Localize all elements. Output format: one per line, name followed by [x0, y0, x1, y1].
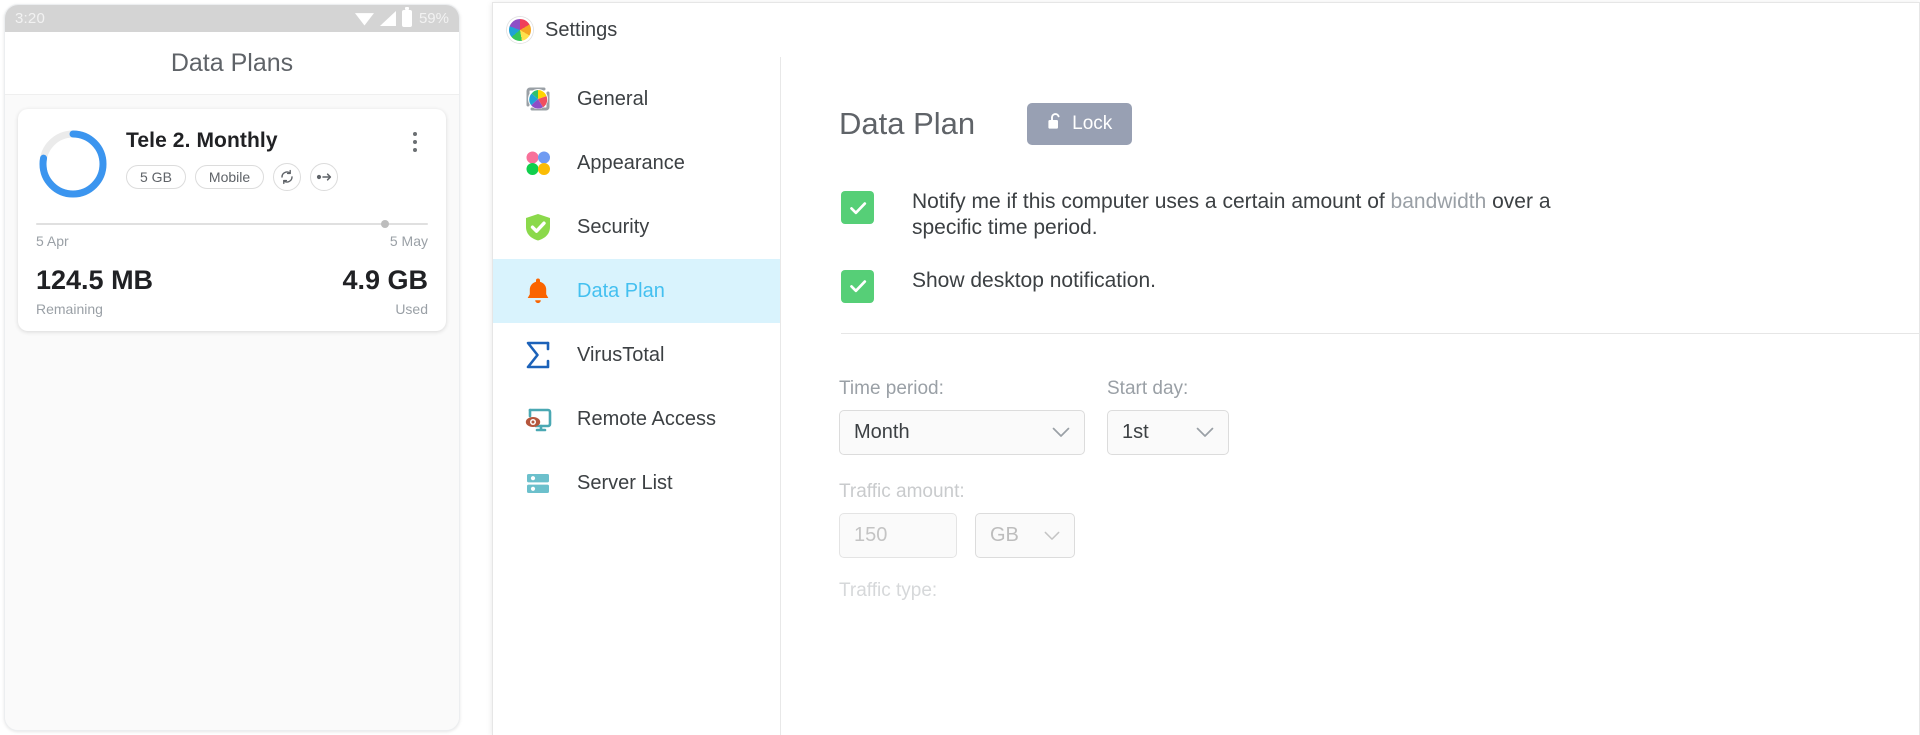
- checkbox-row-notify[interactable]: Notify me if this computer uses a certai…: [841, 189, 1919, 242]
- app-logo-icon: [507, 17, 533, 43]
- window-body: General Appearance Security Data Plan Vi…: [493, 57, 1919, 735]
- traffic-type-label: Traffic type:: [839, 579, 938, 601]
- window-title-bar: Settings: [493, 3, 1919, 57]
- usage-stats: 124.5 MB Remaining 4.9 GB Used: [36, 265, 428, 317]
- time-period-label: Time period:: [839, 377, 944, 399]
- notification-options: Notify me if this computer uses a certai…: [839, 189, 1919, 303]
- phone-content: Tele 2. Monthly 5 GB Mobile 5 Apr 5 May …: [5, 95, 459, 729]
- remaining-stat: 124.5 MB Remaining: [36, 265, 153, 317]
- checkbox-notify[interactable]: [841, 191, 874, 224]
- sidebar-item-appearance[interactable]: Appearance: [493, 131, 780, 195]
- chevron-down-icon: [1044, 524, 1060, 547]
- checkbox-desktop-notification[interactable]: [841, 269, 874, 303]
- more-options-icon[interactable]: [402, 127, 428, 157]
- sidebar-label: VirusTotal: [577, 343, 665, 366]
- cellular-signal-icon: [379, 11, 396, 26]
- chevron-down-icon: [1052, 421, 1070, 444]
- plan-chips: 5 GB Mobile: [126, 163, 386, 191]
- status-bar-time: 3:20: [15, 10, 45, 27]
- phone-page-title: Data Plans: [170, 48, 294, 77]
- content-header: Data Plan Lock: [839, 103, 1919, 145]
- monitor-eye-icon: [521, 402, 555, 436]
- billing-period-timeline: 5 Apr 5 May: [36, 220, 428, 249]
- chevron-down-icon: [1196, 421, 1214, 444]
- traffic-amount-group: Traffic amount: 150 GB Traffic type:: [839, 481, 1919, 602]
- sidebar-item-server-list[interactable]: Server List: [493, 451, 780, 515]
- battery-icon: [401, 7, 412, 27]
- traffic-amount-input[interactable]: 150: [839, 512, 957, 558]
- used-stat: 4.9 GB Used: [342, 265, 428, 317]
- period-start-label: 5 Apr: [36, 233, 69, 249]
- wifi-icon: [354, 13, 374, 26]
- screen: 3:20 59% Data Plans Tele 2. Monthly 5 GB…: [0, 0, 1920, 735]
- sidebar-item-data-plan[interactable]: Data Plan: [493, 259, 780, 323]
- start-day-field: Start day: 1st: [1107, 378, 1229, 455]
- four-dots-icon: [521, 146, 555, 180]
- shield-check-icon: [521, 210, 555, 244]
- traffic-amount-label: Traffic amount:: [839, 480, 965, 502]
- phone-mockup: 3:20 59% Data Plans Tele 2. Monthly 5 GB…: [4, 4, 460, 731]
- window-title: Settings: [545, 18, 618, 41]
- notify-text-main: Notify me if this computer uses a certai…: [912, 190, 1391, 213]
- rollover-icon[interactable]: [310, 163, 339, 191]
- timeline-marker: [380, 220, 389, 228]
- quota-chip[interactable]: 5 GB: [126, 165, 186, 189]
- sidebar-label: Appearance: [577, 151, 685, 174]
- server-rack-icon: [521, 466, 555, 500]
- period-end-label: 5 May: [389, 233, 428, 249]
- sigma-icon: [521, 338, 555, 372]
- section-divider: [841, 332, 1919, 334]
- status-bar-icons: 59%: [354, 7, 449, 27]
- traffic-amount-row: 150 GB: [839, 512, 1919, 558]
- start-day-value: 1st: [1122, 420, 1149, 443]
- settings-sidebar: General Appearance Security Data Plan Vi…: [493, 57, 781, 735]
- used-label: Used: [395, 301, 428, 317]
- color-wheel-icon: [521, 82, 555, 116]
- sidebar-item-remote-access[interactable]: Remote Access: [493, 387, 780, 451]
- start-day-label: Start day:: [1107, 377, 1189, 399]
- page-title: Data Plan: [839, 106, 976, 141]
- time-period-select[interactable]: Month: [839, 409, 1085, 455]
- settings-window: Settings General Appearance Security Dat…: [492, 2, 1920, 735]
- notify-text-bandwidth: bandwidth: [1390, 190, 1487, 213]
- checkbox-row-desktop-notification[interactable]: Show desktop notification.: [841, 268, 1919, 303]
- timeline-track: [36, 220, 428, 228]
- sidebar-label: General: [577, 87, 649, 110]
- time-period-value: Month: [854, 420, 910, 443]
- checkbox-desktop-notification-label: Show desktop notification.: [912, 268, 1156, 292]
- sidebar-item-virustotal[interactable]: VirusTotal: [493, 323, 780, 387]
- sidebar-label: Server List: [577, 471, 673, 494]
- phone-status-bar: 3:20 59%: [5, 5, 459, 32]
- sidebar-label: Data Plan: [577, 279, 665, 302]
- recurring-icon[interactable]: [273, 163, 302, 191]
- plan-info: Tele 2. Monthly 5 GB Mobile: [126, 125, 386, 191]
- sidebar-label: Security: [577, 215, 650, 238]
- time-period-field: Time period: Month: [839, 378, 1085, 455]
- bell-icon: [521, 274, 555, 308]
- used-value: 4.9 GB: [342, 265, 428, 295]
- battery-percent-label: 59%: [418, 10, 449, 27]
- start-day-select[interactable]: 1st: [1107, 409, 1229, 455]
- timeline-labels: 5 Apr 5 May: [36, 233, 428, 249]
- traffic-unit-select[interactable]: GB: [975, 512, 1075, 558]
- sidebar-item-general[interactable]: General: [493, 67, 780, 131]
- lock-button[interactable]: Lock: [1027, 103, 1133, 145]
- traffic-unit-value: GB: [990, 523, 1019, 546]
- network-type-chip[interactable]: Mobile: [194, 165, 265, 189]
- plan-card-header: Tele 2. Monthly 5 GB Mobile: [36, 125, 428, 201]
- settings-content-pane: Data Plan Lock Notify me if this compute…: [781, 57, 1919, 735]
- phone-app-bar: Data Plans: [5, 32, 459, 95]
- lock-button-label: Lock: [1072, 113, 1113, 134]
- usage-ring-chart: [36, 127, 110, 201]
- data-plan-card[interactable]: Tele 2. Monthly 5 GB Mobile 5 Apr 5 May …: [18, 109, 446, 331]
- sidebar-label: Remote Access: [577, 407, 716, 430]
- open-padlock-icon: [1047, 112, 1063, 136]
- remaining-label: Remaining: [36, 301, 103, 317]
- remaining-value: 124.5 MB: [36, 265, 154, 295]
- sidebar-item-security[interactable]: Security: [493, 195, 780, 259]
- period-fields: Time period: Month Start day: 1st: [839, 378, 1919, 455]
- checkbox-notify-label: Notify me if this computer uses a certai…: [912, 189, 1552, 242]
- traffic-amount-value: 150: [854, 523, 888, 546]
- plan-name: Tele 2. Monthly: [126, 129, 278, 152]
